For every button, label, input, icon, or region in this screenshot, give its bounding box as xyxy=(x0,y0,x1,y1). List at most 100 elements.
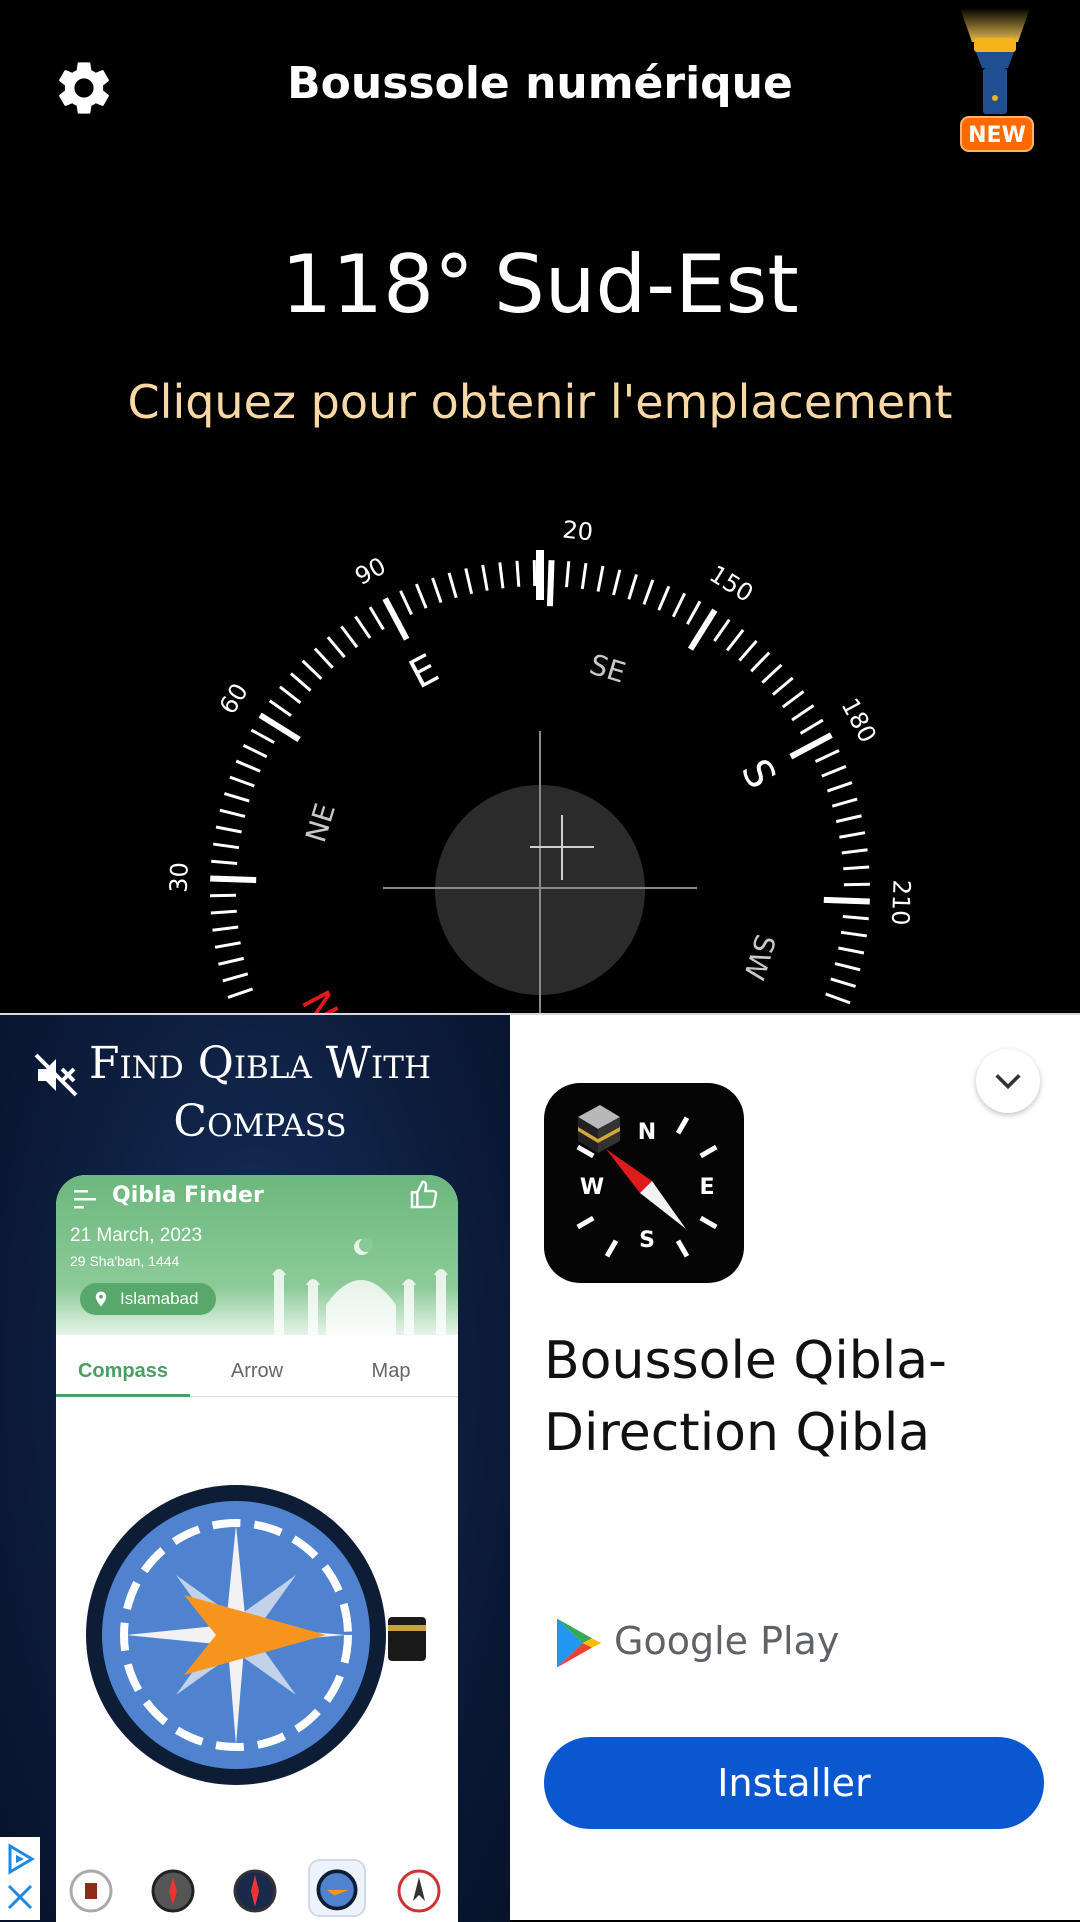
phone-mockup: Qibla Finder 21 March, 2023 29 Sha'ban, … xyxy=(56,1175,458,1922)
minor-tick xyxy=(783,691,804,707)
minor-tick xyxy=(228,989,253,997)
minor-tick xyxy=(835,964,860,970)
minor-tick xyxy=(566,561,568,587)
compass-app: Boussole numérique NEW 118°Sud-Est Cliqu… xyxy=(0,0,1080,1013)
minor-tick xyxy=(598,566,603,592)
minor-tick xyxy=(836,816,861,822)
minor-tick xyxy=(211,861,237,863)
thumbnail xyxy=(390,1859,448,1917)
minor-tick xyxy=(831,979,856,987)
ad-media[interactable]: Find Qibla With Compass Qibla Finder 21 … xyxy=(0,1015,510,1922)
mute-button[interactable] xyxy=(32,1051,80,1099)
minor-tick xyxy=(355,616,370,638)
svg-text:E: E xyxy=(699,1175,714,1200)
collapse-ad-button[interactable] xyxy=(976,1049,1040,1113)
major-tick xyxy=(260,715,299,739)
advertised-app-icon[interactable]: N S W E xyxy=(544,1083,744,1283)
minor-tick xyxy=(839,833,865,838)
major-tick xyxy=(690,610,714,649)
minor-tick xyxy=(466,568,472,593)
cardinal-label: NE xyxy=(299,800,342,847)
degree-label: 210 xyxy=(886,879,916,926)
ad-choices-icon xyxy=(4,1843,36,1875)
svg-text:W: W xyxy=(580,1175,604,1200)
close-icon[interactable] xyxy=(4,1881,36,1913)
minor-tick xyxy=(449,573,456,598)
phone-tabs: Compass Arrow Map xyxy=(56,1345,458,1397)
minor-tick xyxy=(236,761,260,771)
menu-icon xyxy=(74,1189,98,1209)
minor-tick xyxy=(792,705,814,720)
tab-compass: Compass xyxy=(56,1345,190,1397)
cardinal-label: N xyxy=(295,982,350,1013)
major-tick xyxy=(210,878,256,880)
phone-city-chip: Islamabad xyxy=(80,1283,216,1315)
minor-tick xyxy=(500,562,503,588)
phone-compass-thumbnails xyxy=(56,1853,458,1922)
qibla-compass-graphic xyxy=(86,1465,426,1805)
minor-tick xyxy=(223,974,248,981)
minor-tick xyxy=(773,678,793,695)
minor-tick xyxy=(762,665,781,683)
minor-tick xyxy=(218,958,243,964)
minor-tick xyxy=(224,794,249,802)
cardinal-label: E xyxy=(402,646,446,698)
minor-tick xyxy=(517,561,519,587)
ad-choices[interactable] xyxy=(0,1837,40,1920)
major-tick xyxy=(791,735,832,757)
phone-app-title: Qibla Finder xyxy=(112,1183,264,1208)
minor-tick xyxy=(291,674,311,691)
minor-tick xyxy=(303,661,322,679)
phone-city: Islamabad xyxy=(120,1289,198,1308)
minor-tick xyxy=(826,994,850,1003)
minor-tick xyxy=(816,751,840,762)
minor-tick xyxy=(270,701,291,716)
degree-label: 60 xyxy=(214,678,254,719)
minor-tick xyxy=(739,641,756,661)
phone-date: 21 March, 2023 xyxy=(70,1225,202,1247)
thumbs-up-icon xyxy=(408,1179,440,1211)
minor-tick xyxy=(751,653,769,672)
new-badge: NEW xyxy=(960,116,1034,152)
svg-text:S: S xyxy=(639,1228,655,1253)
minor-tick xyxy=(220,810,245,816)
minor-tick xyxy=(687,601,700,624)
minor-tick xyxy=(401,591,412,615)
thumbnail xyxy=(144,1859,202,1917)
minor-tick xyxy=(614,570,620,595)
thumbnail xyxy=(226,1859,284,1917)
advertised-app-name[interactable]: Boussole Qibla-Direction Qibla xyxy=(544,1325,1044,1469)
degree-label: 180 xyxy=(836,694,882,748)
store-name: Google Play xyxy=(614,1619,839,1663)
minor-tick xyxy=(673,593,684,616)
compass-dial[interactable]: 30609020150180210NEESESSWN xyxy=(0,420,1080,1013)
minor-tick xyxy=(838,948,864,953)
location-pin-icon xyxy=(92,1289,110,1309)
install-button[interactable]: Installer xyxy=(544,1737,1044,1829)
minor-tick xyxy=(842,850,868,853)
minor-tick xyxy=(341,626,357,647)
minor-tick xyxy=(644,580,653,604)
ad-banner[interactable]: Find Qibla With Compass Qibla Finder 21 … xyxy=(0,1013,1080,1920)
minor-tick xyxy=(832,799,857,806)
phone-hijri-date: 29 Sha'ban, 1444 xyxy=(70,1253,179,1269)
minor-tick xyxy=(230,777,254,786)
minor-tick xyxy=(251,730,274,743)
minor-tick xyxy=(827,783,852,791)
flashlight-button[interactable]: NEW xyxy=(950,8,1040,153)
minor-tick xyxy=(211,911,237,913)
minor-tick xyxy=(212,927,238,930)
google-play-icon xyxy=(550,1615,606,1671)
heading-degrees: 118° xyxy=(281,238,474,331)
degree-label: 20 xyxy=(561,515,594,546)
major-tick xyxy=(385,599,407,640)
minor-tick xyxy=(841,932,867,936)
minor-tick xyxy=(213,844,239,848)
mute-icon xyxy=(32,1051,80,1099)
cardinal-label: SE xyxy=(586,648,630,690)
tab-arrow: Arrow xyxy=(190,1345,324,1397)
major-tick xyxy=(550,560,552,606)
minor-tick xyxy=(843,867,869,869)
app-bar: Boussole numérique NEW xyxy=(0,0,1080,170)
minor-tick xyxy=(315,649,333,668)
